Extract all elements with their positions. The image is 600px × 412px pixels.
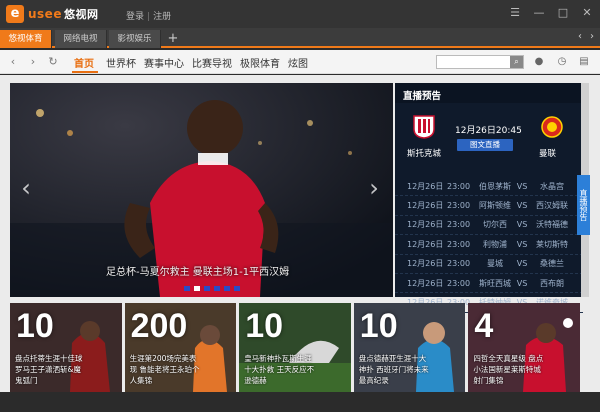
video-thumb[interactable]: 200 生涯第200场完美表现 鲁能老将王永珀个人集锦	[124, 303, 237, 392]
slide-dot[interactable]	[214, 286, 220, 291]
schedule-row[interactable]: 12月26日 23:00 曼城 VS 桑德兰	[395, 255, 583, 274]
schedule-row[interactable]: 12月26日 23:00 伯恩茅斯 VS 水晶宫	[395, 177, 583, 197]
back-icon[interactable]: ‹	[6, 55, 20, 69]
app-logo-icon: e	[6, 5, 24, 23]
thumb-title: 盘点托蒂生涯十佳球 罗马王子潇洒斩&魔鬼弧门	[15, 354, 83, 385]
schedule-row[interactable]: 12月26日 23:00 切尔西 VS 沃特福德	[395, 216, 583, 236]
add-tab-icon[interactable]: +	[164, 30, 182, 48]
featured-match[interactable]: 斯托克城 12月26日20:45 图文直播 曼联	[395, 105, 583, 163]
tab-prev-icon[interactable]: ‹	[578, 31, 582, 42]
video-thumb[interactable]: 10 皇马新神扑瓦斯生涯十大扑救 王天反应不逊德赫	[239, 303, 351, 392]
video-thumb[interactable]: 10 盘点德赫亚生涯十大神扑 西班牙门将未来最高纪录	[353, 303, 466, 392]
slide-dot[interactable]	[224, 286, 230, 291]
auth-separator: |	[147, 12, 151, 22]
nav-gallery[interactable]: 炫图	[288, 55, 308, 70]
maximize-icon[interactable]: □	[556, 6, 570, 20]
hero-prev-icon[interactable]: ‹	[18, 173, 34, 203]
hero-dots	[184, 286, 240, 291]
tab-scroll-controls: ‹ ›	[578, 31, 594, 42]
tab-tv[interactable]: 网络电视	[55, 30, 107, 48]
schedule-row[interactable]: 12月26日 23:00 斯旺西城 VS 西布朗	[395, 274, 583, 294]
thumb-number: 10	[16, 307, 54, 345]
slide-dot[interactable]	[234, 286, 240, 291]
slide-dot[interactable]	[204, 286, 210, 291]
thumb-number: 200	[130, 307, 188, 345]
bookmark-icon[interactable]: ▤	[577, 55, 591, 69]
manutd-badge-icon	[541, 116, 563, 138]
nav-match-guide[interactable]: 比赛导视	[192, 55, 232, 70]
live-text-button[interactable]: 图文直播	[457, 139, 513, 151]
slide-dot[interactable]	[194, 286, 200, 291]
history-icon[interactable]: ◷	[555, 55, 569, 69]
auth-links: 登录 | 注册	[126, 9, 171, 22]
login-link[interactable]: 登录	[126, 12, 144, 22]
tab-entertainment[interactable]: 影视娱乐	[109, 30, 161, 48]
nav-home[interactable]: 首页	[74, 55, 94, 70]
search-icon[interactable]: ⌕	[510, 56, 523, 68]
brand-name-cn: 悠视网	[63, 8, 99, 21]
nav-active-indicator	[72, 71, 98, 73]
schedule-row[interactable]: 12月26日 23:00 利物浦 VS 莱切斯特	[395, 235, 583, 255]
forward-icon[interactable]: ›	[26, 55, 40, 69]
stoke-badge-icon	[413, 115, 435, 139]
hero-caption[interactable]: 足总杯-马夏尔救主 曼联主场1-1平西汉姆	[106, 263, 289, 278]
nav-extreme-sports[interactable]: 极限体育	[240, 55, 280, 70]
home-team: 斯托克城	[407, 149, 442, 159]
tab-next-icon[interactable]: ›	[590, 31, 594, 42]
tab-sports[interactable]: 悠视体育	[0, 30, 52, 48]
match-datetime: 12月26日20:45	[455, 126, 522, 136]
thumb-title: 皇马新神扑瓦斯生涯十大扑救 王天反应不逊德赫	[244, 354, 315, 385]
nav-world-cup[interactable]: 世界杯	[106, 55, 136, 70]
close-icon[interactable]: ✕	[580, 6, 594, 20]
window-controls: ☰ — □ ✕	[508, 6, 594, 20]
thumb-number: 10	[245, 307, 284, 345]
schedule-row[interactable]: 12月26日 23:00 阿斯顿维 VS 西汉姆联	[395, 196, 583, 216]
slide-dot[interactable]	[184, 286, 190, 291]
status-bar	[0, 392, 600, 412]
refresh-icon[interactable]: ↻	[46, 55, 60, 69]
thumb-number: 10	[359, 307, 398, 345]
schedule-list: 12月26日 23:00 伯恩茅斯 VS 水晶宫 12月26日 23:00 阿斯顿维 VS 西汉…	[395, 177, 583, 313]
minimize-icon[interactable]: —	[532, 6, 546, 20]
nav-events[interactable]: 赛事中心	[144, 55, 184, 70]
main-content: 足总杯-马夏尔救主 曼联主场1-1平西汉姆 ‹ › 直播预告 斯托克城 12月2…	[0, 75, 600, 392]
video-thumbnails: 10 盘点托蒂生涯十佳球 罗马王子潇洒斩&魔鬼弧门 200 生涯第200场完美表…	[10, 303, 582, 392]
title-bar: e usee 悠视网 登录 | 注册 ☰ — □ ✕	[0, 0, 600, 28]
tab-bar: 悠视体育 网络电视 影视娱乐 + ‹ ›	[0, 28, 600, 48]
video-thumb[interactable]: 10 盘点托蒂生涯十佳球 罗马王子潇洒斩&魔鬼弧门	[10, 303, 122, 392]
live-preview-panel: 直播预告 斯托克城 12月26日20:45 图文直播 曼联 12月26日 23:0…	[395, 83, 583, 313]
live-panel-title: 直播预告	[395, 83, 583, 103]
nav-bar: ‹ › ↻ 首页 世界杯 赛事中心 比赛导视 极限体育 炫图 ⌕ ● ◷ ▤	[0, 50, 600, 74]
hero-next-icon[interactable]: ›	[366, 173, 382, 203]
live-side-tab[interactable]: 直播预告	[577, 175, 590, 235]
thumb-title: 盘点德赫亚生涯十大神扑 西班牙门将未来最高纪录	[358, 354, 429, 385]
thumb-title: 生涯第200场完美表现 鲁能老将王永珀个人集锦	[129, 354, 200, 385]
register-link[interactable]: 注册	[153, 12, 171, 22]
app-brand: usee 悠视网	[28, 6, 98, 22]
thumb-number: 4	[474, 307, 494, 345]
brand-name: usee	[28, 7, 62, 21]
away-team: 曼联	[539, 149, 557, 159]
hero-slider[interactable]: 足总杯-马夏尔救主 曼联主场1-1平西汉姆 ‹ ›	[10, 83, 393, 297]
menu-icon[interactable]: ☰	[508, 6, 522, 20]
user-icon[interactable]: ●	[532, 55, 546, 69]
thumb-title: 四哲全天真星级 盘点小法国新星莱斯特城射门集锦	[473, 354, 544, 385]
video-thumb[interactable]: 4 四哲全天真星级 盘点小法国新星莱斯特城射门集锦	[468, 303, 580, 392]
